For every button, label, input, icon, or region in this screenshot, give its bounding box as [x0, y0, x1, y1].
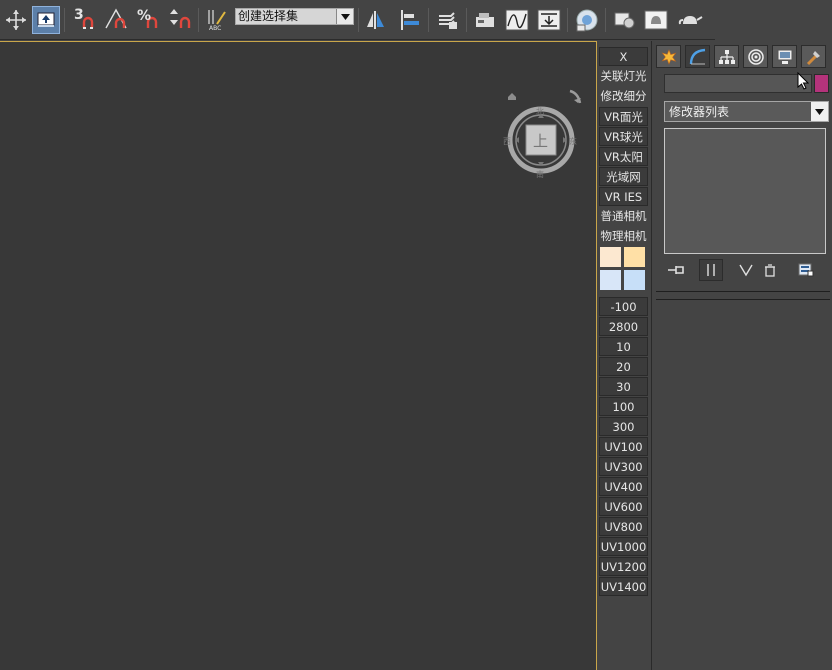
value-button[interactable]: 2800 — [599, 317, 648, 336]
curve-editor-icon[interactable] — [503, 6, 531, 34]
modifier-stack[interactable] — [664, 128, 826, 254]
show-end-result-icon[interactable] — [699, 259, 723, 281]
home-icon — [508, 93, 516, 100]
swatch-warm-yellow[interactable] — [624, 247, 645, 267]
toolbar-separator — [605, 8, 606, 32]
x-button[interactable]: X — [599, 47, 648, 66]
link-light-button[interactable]: 关联灯光 — [599, 67, 648, 86]
value-button[interactable]: 20 — [599, 357, 648, 376]
configure-modifier-sets-icon[interactable] — [794, 259, 818, 281]
abc-label: ABC — [209, 25, 222, 32]
quick-buttons-strip: X 关联灯光 修改细分 VR面光 VR球光 VR太阳 光域网 VR IES 普通… — [598, 41, 650, 670]
angle-snap-icon[interactable] — [102, 6, 130, 34]
physical-camera-button[interactable]: 物理相机 — [599, 227, 648, 246]
mouse-cursor-icon — [797, 72, 809, 90]
divider — [656, 299, 830, 300]
uv-button[interactable]: UV1000 — [599, 537, 648, 556]
ies-web-button[interactable]: 光域网 — [599, 167, 648, 186]
layer-manager-icon[interactable] — [434, 6, 462, 34]
vr-plane-light-button[interactable]: VR面光 — [599, 107, 648, 126]
uv-button[interactable]: UV100 — [599, 437, 648, 456]
value-button[interactable]: 10 — [599, 337, 648, 356]
compass-east: 东 — [569, 137, 577, 146]
object-color-swatch[interactable] — [814, 74, 829, 93]
named-selection-set-dropdown[interactable]: 创建选择集 — [235, 8, 354, 25]
uv-button[interactable]: UV1200 — [599, 557, 648, 576]
move-icon[interactable] — [2, 6, 30, 34]
named-selection-set-value: 创建选择集 — [236, 9, 336, 24]
toolbar-separator — [358, 8, 359, 32]
render-setup-icon[interactable] — [610, 6, 638, 34]
modify-subdiv-button[interactable]: 修改细分 — [599, 87, 648, 106]
stack-toolbar — [664, 259, 829, 281]
hierarchy-icon[interactable] — [714, 45, 739, 68]
compass-north: 北 — [536, 107, 544, 116]
toolbar-separator — [567, 8, 568, 32]
uv-button[interactable]: UV1400 — [599, 577, 648, 596]
command-panel: 修改器列表 — [651, 41, 832, 670]
chevron-down-icon[interactable] — [811, 102, 828, 121]
viewcube-face-top[interactable]: 上 — [533, 130, 548, 151]
value-button[interactable]: 30 — [599, 377, 648, 396]
uv-button[interactable]: UV600 — [599, 497, 648, 516]
swatch-cool-light[interactable] — [600, 270, 621, 290]
motion-icon[interactable] — [743, 45, 768, 68]
compass-south: 南 — [536, 170, 544, 179]
toolbar-separator — [64, 8, 65, 32]
uv-button[interactable]: UV400 — [599, 477, 648, 496]
uv-button[interactable]: UV800 — [599, 517, 648, 536]
vr-ies-button[interactable]: VR IES — [599, 187, 648, 206]
scene-explorer-icon[interactable] — [471, 6, 499, 34]
material-editor-icon[interactable] — [573, 6, 601, 34]
schematic-view-icon[interactable] — [535, 6, 563, 34]
swatch-warm-light[interactable] — [600, 247, 621, 267]
object-name-input[interactable] — [664, 74, 812, 93]
app-window: 3 % ABC 创建选择集 上 北 南 东 西 X 关联灯光 修改细分 VR面光… — [0, 0, 832, 670]
percent-label: % — [137, 8, 152, 24]
mirror-icon[interactable] — [362, 6, 390, 34]
render-teapot-icon[interactable] — [676, 6, 704, 34]
value-button[interactable]: 300 — [599, 417, 648, 436]
value-button[interactable]: 100 — [599, 397, 648, 416]
toolbar-separator — [466, 8, 467, 32]
modifier-list-dropdown[interactable]: 修改器列表 — [664, 101, 829, 122]
top-viewport[interactable]: 上 北 南 东 西 — [0, 41, 597, 670]
align-icon[interactable] — [396, 6, 424, 34]
spinner-snap-icon[interactable] — [166, 6, 194, 34]
divider — [656, 291, 830, 292]
uv-button[interactable]: UV300 — [599, 457, 648, 476]
vr-sun-button[interactable]: VR太阳 — [599, 147, 648, 166]
select-upload-icon[interactable] — [32, 6, 60, 34]
toolbar-separator — [198, 8, 199, 32]
swatch-cool-blue[interactable] — [624, 270, 645, 290]
make-unique-icon[interactable] — [734, 259, 758, 281]
render-frame-icon[interactable] — [642, 6, 670, 34]
percent-snap-icon[interactable]: % — [134, 6, 162, 34]
toolbar-separator — [428, 8, 429, 32]
display-icon[interactable] — [772, 45, 797, 68]
remove-modifier-icon[interactable] — [758, 259, 782, 281]
chevron-down-icon[interactable] — [336, 9, 353, 24]
modify-icon[interactable] — [685, 45, 710, 68]
command-panel-tabs — [656, 45, 830, 69]
pin-stack-icon[interactable] — [664, 259, 688, 281]
snap-3d-icon[interactable]: 3 — [70, 6, 98, 34]
main-toolbar: 3 % ABC 创建选择集 — [0, 0, 715, 40]
compass-west: 西 — [503, 137, 511, 146]
utilities-icon[interactable] — [801, 45, 826, 68]
snap-label: 3 — [74, 7, 84, 23]
modifier-list-label: 修改器列表 — [669, 105, 730, 119]
viewcube[interactable]: 上 北 南 东 西 — [500, 85, 582, 183]
vr-sphere-light-button[interactable]: VR球光 — [599, 127, 648, 146]
standard-camera-button[interactable]: 普通相机 — [599, 207, 648, 226]
value-button[interactable]: -100 — [599, 297, 648, 316]
edit-named-sets-icon[interactable]: ABC — [203, 6, 231, 34]
create-icon[interactable] — [656, 45, 681, 68]
color-swatches — [600, 247, 648, 291]
